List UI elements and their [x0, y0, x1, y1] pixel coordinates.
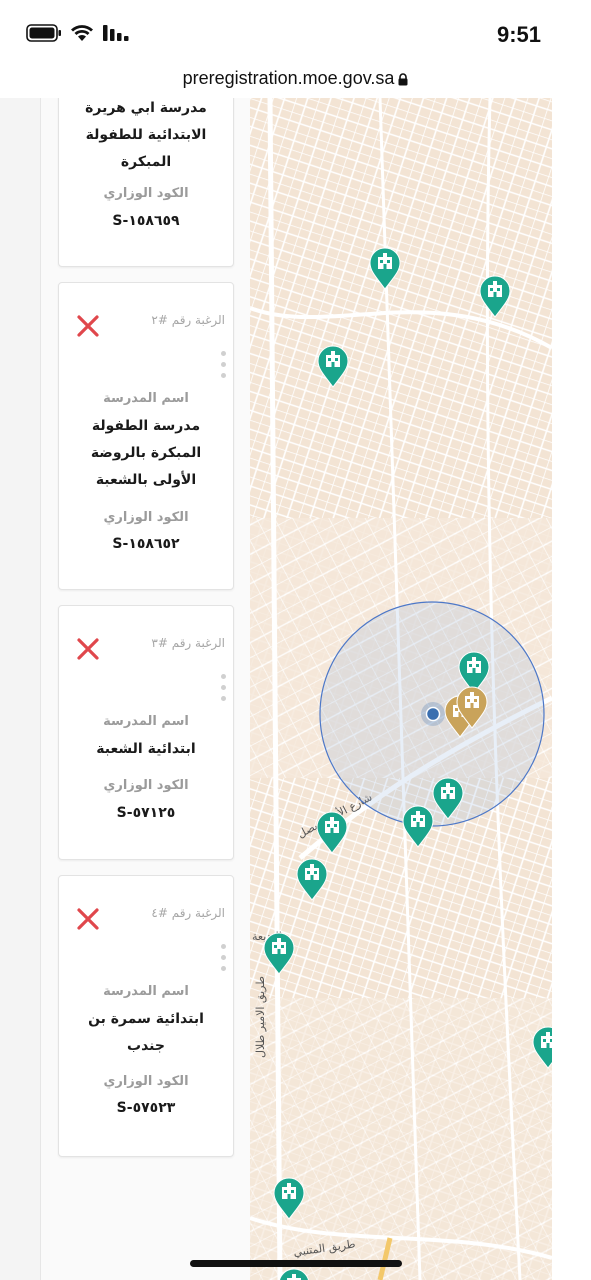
status-icons: [26, 24, 130, 42]
school-name-line: المبكرة بالروضة: [90, 445, 202, 461]
school-name-label: اسم المدرسة: [103, 391, 189, 406]
school-name-line: الابتدائية للطفولة: [85, 127, 207, 143]
current-location-icon: [425, 706, 441, 722]
preference-card-1: مدرسة ابي هريرة الابتدائية للطفولة المبك…: [58, 98, 234, 267]
school-name: ابتدائية سمرة بن جندب: [59, 1006, 233, 1060]
ministry-code-value: S-٥٧٥٢٣: [116, 1100, 176, 1116]
school-name-line: المبكرة: [120, 154, 172, 170]
school-name-label: اسم المدرسة: [103, 984, 189, 999]
ministry-code-label: الكود الوزاري: [103, 510, 189, 525]
address-bar[interactable]: preregistration.moe.gov.sa: [0, 62, 591, 99]
ministry-code-label: الكود الوزاري: [103, 186, 189, 201]
school-name-line: الأولى بالشعبة: [95, 472, 197, 488]
ministry-code-value: S-٥٧١٢٥: [116, 805, 176, 821]
preference-card-3: الرغبة رقم #٣ اسم المدرسة ابتدائية الشعب…: [58, 605, 234, 860]
ministry-code-value: S-١٥٨٦٥٩: [112, 213, 180, 229]
school-name-line: جندب: [127, 1038, 165, 1054]
preferences-panel: مدرسة ابي هريرة الابتدائية للطفولة المبك…: [0, 98, 250, 1280]
status-bar: 9:51: [0, 0, 591, 66]
battery-icon: [26, 24, 61, 42]
drag-handle-icon[interactable]: [219, 668, 227, 707]
drag-handle-icon[interactable]: [219, 345, 227, 384]
drag-handle-icon[interactable]: [219, 938, 227, 977]
school-map[interactable]: شارع الأمير فيصل طريق الامير طلال طريق ا…: [250, 98, 552, 1280]
remove-preference-icon[interactable]: [73, 311, 103, 341]
map-edge: [552, 98, 591, 1280]
preference-card-4: الرغبة رقم #٤ اسم المدرسة ابتدائية سمرة …: [58, 875, 234, 1157]
preference-card-2: الرغبة رقم #٢ اسم المدرسة مدرسة الطفولة …: [58, 282, 234, 590]
ministry-code-label: الكود الوزاري: [103, 778, 189, 793]
school-name-line: مدرسة ابي هريرة: [85, 100, 207, 116]
cellular-signal-icon: [103, 25, 129, 41]
school-name-label: اسم المدرسة: [103, 714, 189, 729]
school-name-line: مدرسة الطفولة: [91, 418, 201, 434]
map-canvas[interactable]: شارع الأمير فيصل طريق الامير طلال طريق ا…: [250, 98, 552, 1280]
remove-preference-icon[interactable]: [73, 904, 103, 934]
school-name-line: ابتدائية الشعبة: [96, 741, 196, 757]
preference-rank: الرغبة رقم #٤: [151, 906, 225, 920]
url-text[interactable]: preregistration.moe.gov.sa: [183, 68, 395, 88]
wifi-icon: [71, 25, 93, 41]
school-name-line: ابتدائية سمرة بن: [88, 1011, 204, 1027]
school-name: مدرسة الطفولة المبكرة بالروضة الأولى بال…: [59, 413, 233, 494]
street-label: طريق الامير طلال: [254, 976, 268, 1058]
preference-rank: الرغبة رقم #٣: [151, 636, 225, 650]
clock: 9:51: [496, 22, 541, 47]
ministry-code-label: الكود الوزاري: [103, 1074, 189, 1089]
lock-icon: [398, 73, 408, 86]
home-indicator[interactable]: [190, 1260, 402, 1267]
school-name: مدرسة ابي هريرة الابتدائية للطفولة المبك…: [59, 98, 233, 176]
remove-preference-icon[interactable]: [73, 634, 103, 664]
school-name: ابتدائية الشعبة: [59, 736, 233, 763]
ministry-code-value: S-١٥٨٦٥٢: [112, 536, 180, 552]
preference-rank: الرغبة رقم #٢: [151, 313, 225, 327]
